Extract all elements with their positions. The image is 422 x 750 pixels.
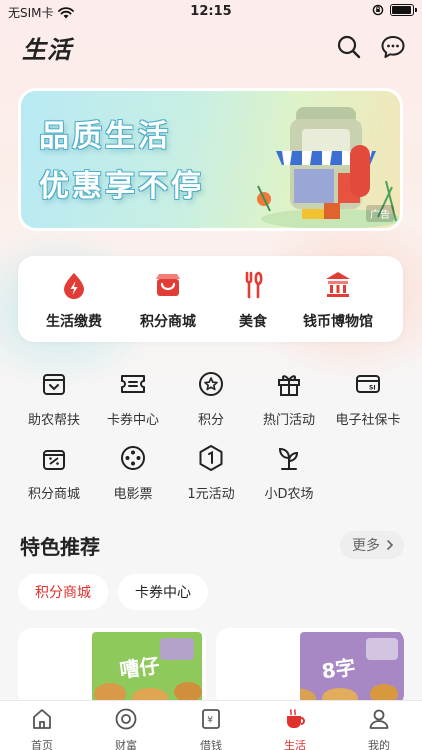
filter-points-mall[interactable]: 积分商城 [18, 574, 108, 610]
chevron-right-icon [387, 540, 394, 550]
svg-text:SI: SI [369, 385, 376, 392]
grid-item-movie-ticket[interactable]: 电影票 [91, 444, 175, 502]
grid-item-points[interactable]: 积分 [169, 370, 253, 428]
home-icon [33, 709, 51, 729]
bill-payment-icon [64, 273, 84, 299]
tab-profile[interactable]: 我的 [349, 707, 409, 750]
gift-icon [278, 375, 300, 396]
promo-banner[interactable]: 品质生活 优惠享不停 广告 [18, 88, 403, 231]
main-services-card: 生活缴费 积分商城 美食 钱币博物馆 [18, 256, 403, 342]
banner-headline: 品质生活 [39, 119, 171, 154]
farm-help-icon [43, 374, 65, 395]
points-icon [199, 372, 223, 396]
points-mall-icon [43, 450, 65, 470]
grid-item-coupon-center[interactable]: 卡券中心 [91, 370, 175, 428]
film-icon [121, 446, 145, 470]
tab-home[interactable]: 首页 [12, 707, 72, 750]
product-card[interactable]: 嘈仔 [18, 628, 206, 708]
grid-item-one-yuan-event[interactable]: 1元活动 [169, 444, 253, 502]
svg-text:¥: ¥ [207, 716, 213, 726]
one-yuan-icon [199, 445, 223, 471]
points-mall-icon [156, 274, 180, 296]
section-title: 特色推荐 [20, 535, 100, 559]
profile-icon [369, 709, 389, 729]
service-coin-museum[interactable]: 钱币博物馆 [290, 270, 386, 331]
svg-text:8字: 8字 [320, 655, 357, 683]
food-icon [245, 271, 263, 299]
message-icon[interactable] [380, 34, 406, 60]
product-image: 嘈仔 [92, 632, 202, 708]
ad-label: 广告 [366, 205, 394, 222]
header: 生活 [0, 24, 422, 68]
search-icon[interactable] [336, 34, 362, 60]
tab-loan[interactable]: ¥ 借钱 [181, 707, 241, 750]
tab-wealth[interactable]: 财富 [96, 707, 156, 750]
banner-subheadline: 优惠享不停 [39, 169, 204, 204]
social-card-icon: SI [356, 375, 380, 393]
life-cup-icon [287, 709, 305, 728]
coupon-icon [121, 375, 145, 393]
grid-item-little-d-farm[interactable]: 小D农场 [247, 444, 331, 502]
orientation-lock-icon [372, 4, 384, 16]
sprout-icon [278, 447, 299, 470]
page-title: 生活 [22, 36, 72, 64]
battery-icon [390, 4, 417, 16]
service-food[interactable]: 美食 [205, 270, 301, 331]
grid-item-hot-events[interactable]: 热门活动 [247, 370, 331, 428]
service-points-mall[interactable]: 积分商城 [120, 270, 216, 331]
tab-bar: 首页 财富 ¥ 借钱 生活 我的 [0, 700, 422, 750]
product-card[interactable]: 8字 [216, 628, 404, 708]
grid-item-points-mall[interactable]: 积分商城 [12, 444, 96, 502]
museum-icon [326, 272, 350, 297]
product-image: 8字 [300, 632, 404, 708]
more-button[interactable]: 更多 [340, 531, 404, 559]
clock: 12:15 [190, 4, 232, 19]
status-bar: 无SIM卡 12:15 [0, 0, 422, 24]
grid-item-farm-help[interactable]: 助农帮扶 [12, 370, 96, 428]
service-bill-payment[interactable]: 生活缴费 [26, 270, 122, 331]
tab-life[interactable]: 生活 [265, 707, 325, 750]
wealth-icon [115, 708, 137, 730]
filter-coupon-center[interactable]: 卡券中心 [118, 574, 208, 610]
grid-item-social-security-card[interactable]: SI 电子社保卡 [326, 370, 410, 428]
loan-icon: ¥ [202, 709, 220, 729]
